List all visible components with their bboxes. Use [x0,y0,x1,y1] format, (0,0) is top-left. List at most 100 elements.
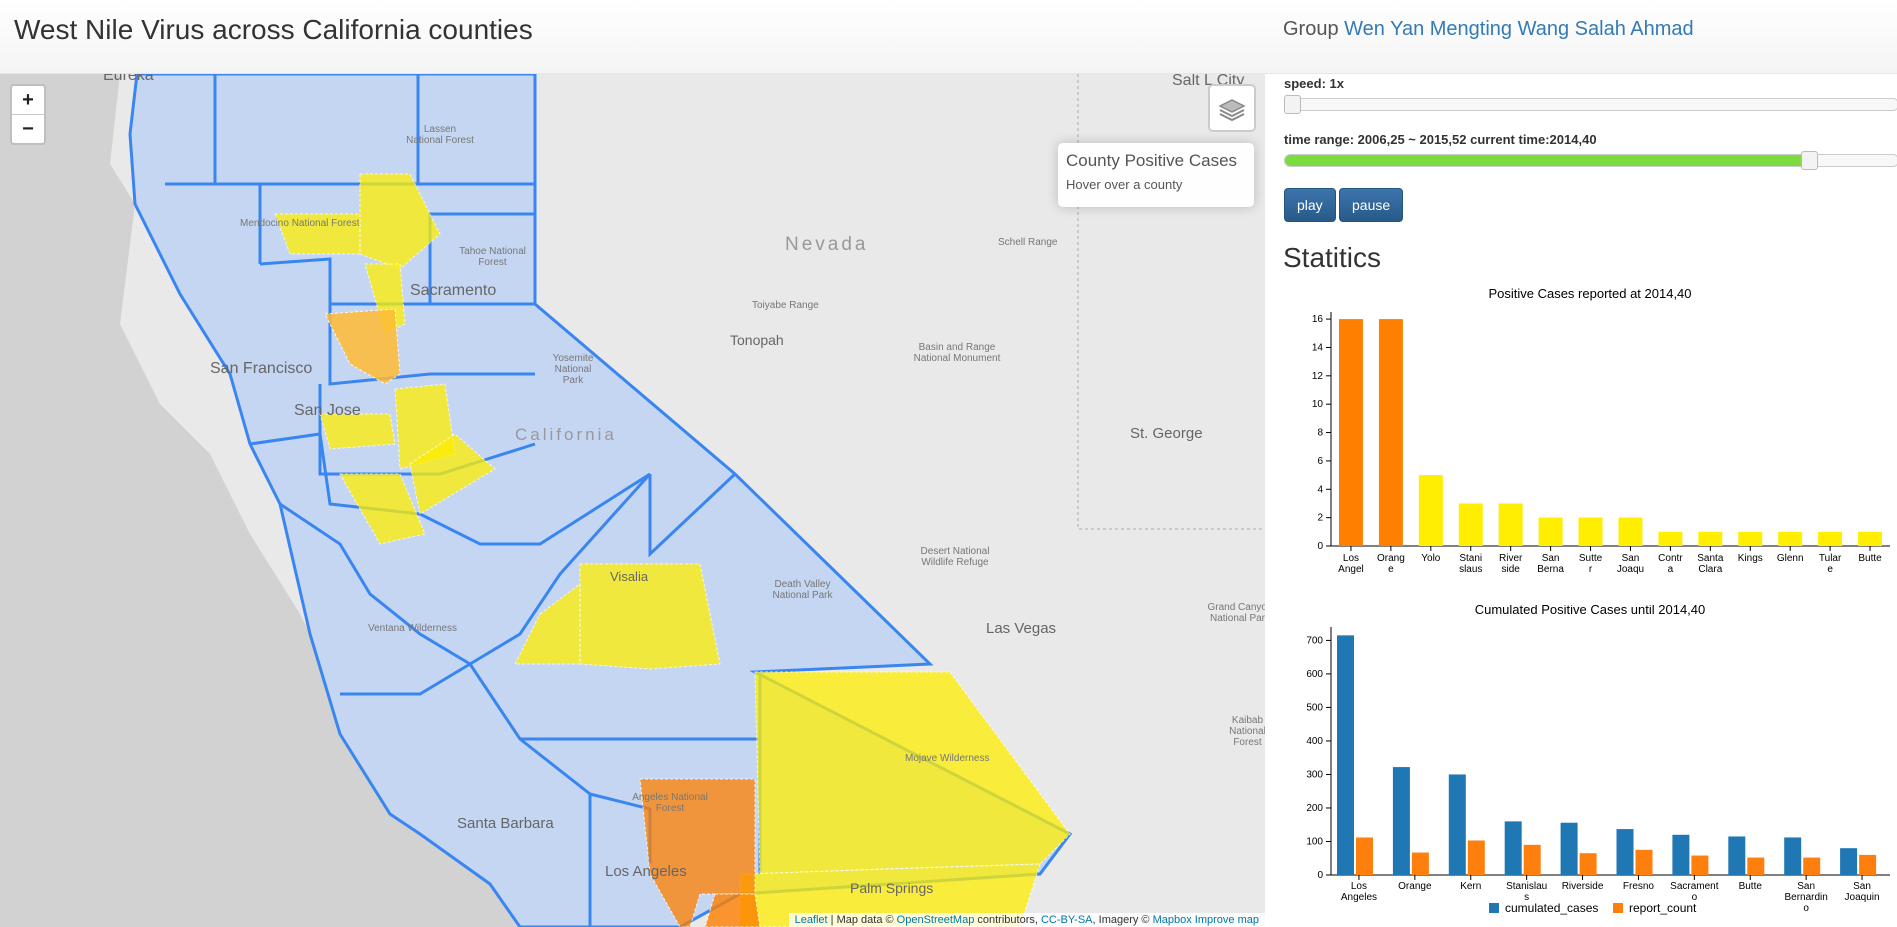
map-label-toiyabe-range: Toiyabe Range [752,300,819,311]
county-orange[interactable] [704,893,761,927]
x-tick-label: side [1501,564,1520,575]
y-tick-label: 12 [1312,371,1324,382]
bar [1578,517,1603,546]
bar [1858,531,1883,546]
license-link[interactable]: CC-BY-SA [1041,914,1093,926]
x-tick-label: River [1499,553,1523,564]
y-tick-label: 16 [1312,314,1324,325]
attribution-text: | Map data © [827,914,897,926]
county-info-panel: County Positive Cases Hover over a count… [1058,143,1254,207]
map-label-nevada: Nevada [785,234,869,255]
x-tick-label: a [1668,564,1674,575]
x-tick-label: Stanislau [1506,881,1547,892]
leaflet-link[interactable]: Leaflet [795,914,828,926]
bar-report_count [1691,855,1709,875]
y-tick-label: 600 [1306,669,1323,680]
x-tick-label: Glenn [1777,553,1804,564]
bar-report_count [1579,853,1597,875]
x-tick-label: Los [1343,553,1359,564]
group-members-link[interactable]: Wen Yan Mengting Wang Salah Ahmad [1344,18,1693,40]
time-slider-handle[interactable] [1801,151,1819,170]
positive-cases-chart: Positive Cases reported at 2014,40 0 2 4 6 8 1… [1312,286,1890,575]
x-tick-label: Sacrament [1670,881,1719,892]
legend-label: cumulated_cases [1505,901,1598,915]
y-tick-label: 200 [1306,803,1323,814]
bar-cumulated_cases [1448,774,1466,875]
map-label-sacramento: Sacramento [410,282,497,299]
bar [1538,517,1563,546]
x-tick-label: Los [1351,881,1367,892]
map-label-schell-range: Schell Range [998,237,1058,248]
x-tick-label: e [1827,564,1833,575]
app-title: West Nile Virus across California counti… [14,14,533,45]
map-label-tahoe: Tahoe National Forest [459,246,526,268]
zoom-control: + − [10,84,46,145]
bar [1338,319,1363,546]
county-tulare[interactable] [579,563,721,670]
bar [1458,503,1483,546]
bar [1698,531,1723,546]
bar-cumulated_cases [1840,848,1858,875]
mapbox-link[interactable]: Mapbox Improve map [1153,914,1259,926]
x-tick-label: r [1589,564,1593,575]
map-label-tonopah: Tonopah [730,332,784,348]
x-tick-label: Clara [1698,564,1722,575]
zoom-out-button[interactable]: − [12,115,44,143]
map-view[interactable]: + − County Positive Cases Hover over a c… [0,74,1265,927]
y-tick-label: 300 [1306,769,1323,780]
bar-cumulated_cases [1504,821,1522,875]
bar [1418,475,1443,546]
info-title: County Positive Cases [1066,151,1238,170]
speed-label: speed: 1x [1284,76,1344,91]
x-tick-label: Angel [1338,564,1364,575]
group-label: Group [1283,18,1339,40]
map-label-angeles: Angeles National Forest [632,792,708,814]
y-tick-label: 0 [1317,870,1323,881]
pause-button[interactable]: pause [1339,188,1404,222]
osm-link[interactable]: OpenStreetMap [897,914,975,926]
map-label-lassen: Lassen National Forest [406,124,474,146]
legend-swatch [1489,903,1499,913]
map-label-san-francisco: San Francisco [210,360,313,377]
bar-report_count [1859,854,1877,875]
map-label-ventana: Ventana Wilderness [368,623,457,634]
zoom-in-button[interactable]: + [12,86,44,115]
bar [1778,531,1803,546]
x-tick-label: Yolo [1421,553,1441,564]
y-tick-label: 400 [1306,736,1323,747]
time-slider[interactable] [1284,151,1897,170]
bar-report_count [1467,840,1485,875]
speed-slider-handle[interactable] [1284,95,1301,114]
map-label-basin-range: Basin and Range National Monument [913,342,1001,364]
x-tick-label: Fresno [1623,881,1655,892]
x-tick-label: San [1542,553,1560,564]
map-label-death-valley: Death Valley National Park [772,579,833,601]
attribution-text: , Imagery © [1092,914,1153,926]
map-label-los-angeles: Los Angeles [605,863,687,880]
cumulated-cases-chart: Cumulated Positive Cases until 2014,40 0 1… [1306,605,1890,915]
x-tick-label: Butte [1858,553,1882,564]
y-tick-label: 2 [1317,513,1323,524]
play-button[interactable]: play [1284,188,1336,222]
legend-label: report_count [1629,901,1697,915]
time-range-label: time range: 2006,25 ~ 2015,52 current ti… [1284,132,1597,147]
time-slider-fill [1285,155,1810,166]
layers-control-button[interactable] [1208,84,1256,132]
bar [1818,531,1843,546]
legend-swatch [1613,903,1623,913]
layers-icon [1218,99,1246,122]
speed-slider[interactable] [1284,95,1897,114]
map-label-mendocino: Mendocino National Forest [240,218,360,229]
bar-report_count [1356,837,1373,875]
bar-cumulated_cases [1728,836,1746,875]
x-tick-label: Riverside [1562,881,1604,892]
map-attribution: Leaflet | Map data © OpenStreetMap contr… [788,913,1265,927]
y-tick-label: 0 [1317,541,1323,552]
map-label-santa-barbara: Santa Barbara [457,815,554,832]
chart-title: Positive Cases reported at 2014,40 [1488,286,1691,301]
x-tick-label: Butte [1739,881,1763,892]
bar-report_count [1523,844,1541,875]
x-tick-label: Contr [1658,553,1683,564]
x-tick-label: San [1853,881,1871,892]
statistics-heading: Statitics [1283,242,1382,273]
